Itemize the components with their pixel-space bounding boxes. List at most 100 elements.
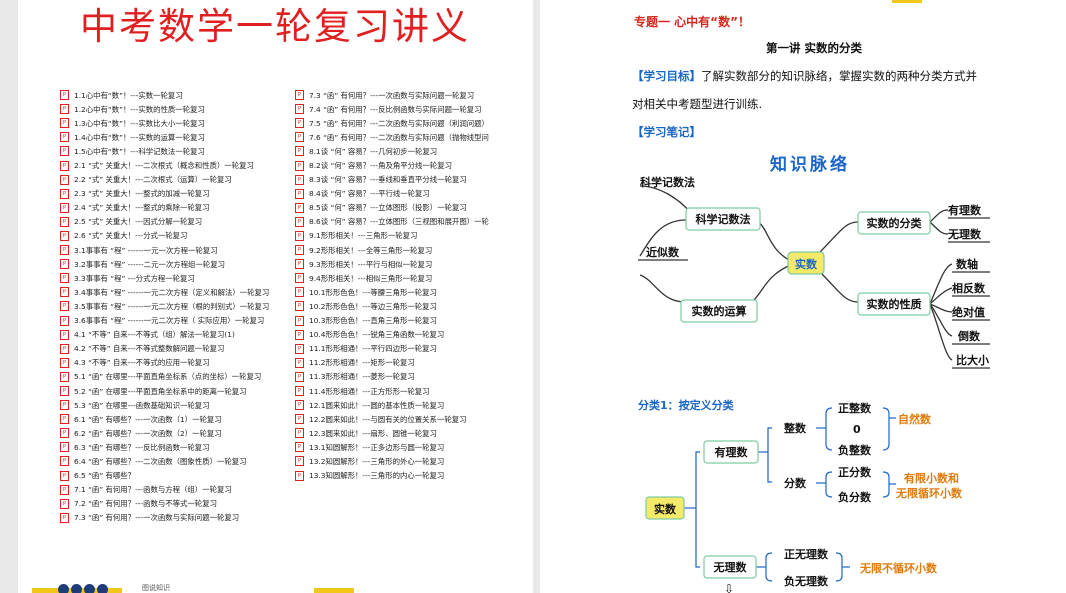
toc-item[interactable]: P 3.1事事有 “程” ------一元一次方程一轮复习 (60, 243, 298, 257)
mindmap-branch-sci: 科学记数法 (696, 212, 751, 226)
toc-item[interactable]: P 7.3 “函” 有何用？---一次函数与实际问题一轮复习 (295, 88, 522, 102)
toc-item-label: 1.2心中有“数”！---实数的性质一轮复习 (74, 104, 205, 114)
footer-logo (58, 584, 108, 593)
toc-item[interactable]: P 9.1形形相关！---三角形一轮复习 (295, 229, 522, 243)
toc-item[interactable]: P 13.3知圆解形！---三角形的内心一轮复习 (295, 469, 522, 483)
frac-child-1: 正分数 (838, 465, 872, 479)
toc-item-label: 13.3知圆解形！---三角形的内心一轮复习 (309, 471, 445, 481)
toc-item[interactable]: P 13.1知圆解形！---正多边形与圆一轮复习 (295, 440, 522, 454)
toc-item-label: 8.3谈 “何” 容易？---垂线和垂直平分线一轮复习 (309, 175, 467, 185)
toc-item[interactable]: P 11.4形形相通！---正方形形一轮复习 (295, 384, 522, 398)
toc-item[interactable]: P 6.2 “函” 有哪些？---一次函数（2）一轮复习 (60, 426, 298, 440)
toc-item[interactable]: P 1.5心中有“数”！---科学记数法一轮复习 (60, 144, 298, 158)
toc-item[interactable]: P 7.6 “函” 有何用？---二次函数与实际问题（抛物线型问 (295, 130, 522, 144)
toc-item-label: 8.5谈 “何” 容易？---立体图形（投影）一轮复习 (309, 203, 467, 213)
toc-item-label: 7.5 “函” 有何用？---二次函数与实际问题（利润问题） (309, 118, 489, 128)
toc-item-label: 6.3 “函” 有哪些？---反比例函数一轮复习 (74, 442, 210, 452)
toc-item[interactable]: P 9.3形形相关！---平行与相似一轮复习 (295, 257, 522, 271)
toc-item-label: 8.1谈 “何” 容易？---几何初步一轮复习 (309, 146, 438, 156)
toc-item-label: 1.5心中有“数”！---科学记数法一轮复习 (74, 146, 205, 156)
toc-item[interactable]: P 1.1心中有“数”！---实数一轮复习 (60, 88, 298, 102)
toc-item[interactable]: P 6.4 “函” 有哪些？---二次函数（图象性质）一轮复习 (60, 454, 298, 468)
toc-item[interactable]: P 3.5事事有 “程” ------一元二次方程（根的判别式）一轮复习 (60, 299, 298, 313)
pdf-file-icon: P (60, 442, 69, 453)
toc-item[interactable]: P 6.3 “函” 有哪些？---反比例函数一轮复习 (60, 440, 298, 454)
footer-text: 图说知识 (142, 584, 170, 592)
toc-item[interactable]: P 8.1谈 “何” 容易？---几何初步一轮复习 (295, 144, 522, 158)
toc-item[interactable]: P 10.4形形色色！---锐角三角函数一轮复习 (295, 328, 522, 342)
toc-item-label: 3.5事事有 “程” ------一元二次方程（根的判别式）一轮复习 (74, 301, 270, 311)
pdf-file-icon: P (60, 230, 69, 241)
toc-item[interactable]: P 8.5谈 “何” 容易？---立体图形（投影）一轮复习 (295, 201, 522, 215)
toc-item[interactable]: P 13.2知圆解形！---三角形的外心一轮复习 (295, 454, 522, 468)
pdf-file-icon: P (295, 343, 304, 354)
toc-item[interactable]: P 2.4 “式” 关重大！---整式的乘除一轮复习 (60, 201, 298, 215)
pdf-file-icon: P (60, 371, 69, 382)
toc-item[interactable]: P 6.1 “函” 有哪些？---一次函数（1）一轮复习 (60, 412, 298, 426)
toc-item[interactable]: P 3.3事事有 “程” ---分式方程一轮复习 (60, 271, 298, 285)
toc-item[interactable]: P 7.3 “函” 有何用？---一次函数与实际问题一轮复习 (60, 511, 298, 525)
toc-item-label: 4.2 “不等” 自来---不等式整数解问题一轮复习 (74, 344, 225, 354)
toc-item[interactable]: P 5.3 “函” 在哪里---函数基础知识一轮复习 (60, 398, 298, 412)
toc-item-label: 8.4谈 “何” 容易？---平行线一轮复习 (309, 189, 430, 199)
toc-item[interactable]: P 6.5 “函” 有哪些？ (60, 469, 298, 483)
toc-item[interactable]: P 10.1形形色色！---等腰三角形一轮复习 (295, 285, 522, 299)
toc-item[interactable]: P 8.2谈 “何” 容易？---角及角平分线一轮复习 (295, 158, 522, 172)
toc-item[interactable]: P 4.1 “不等” 自来---不等式（组）解法一轮复习(1) (60, 328, 298, 342)
toc-item-label: 12.3圆来如此！---扇形、圆锥一轮复习 (309, 428, 437, 438)
toc-item-label: 4.1 “不等” 自来---不等式（组）解法一轮复习(1) (74, 330, 235, 340)
toc-item-label: 4.3 “不等” 自来---不等式的应用一轮复习 (74, 358, 210, 368)
mindmap-branch-ops: 实数的运算 (692, 304, 747, 318)
toc-item-label: 6.5 “函” 有哪些？ (74, 471, 136, 481)
toc-item[interactable]: P 1.3心中有“数”！---实数比大小一轮复习 (60, 116, 298, 130)
toc-item[interactable]: P 2.6 “式” 关重大！---分式一轮复习 (60, 229, 298, 243)
toc-item-label: 11.1形形相通！---平行四边形一轮复习 (309, 344, 437, 354)
toc-item[interactable]: P 3.6事事有 “程” ------一元二次方程（ 实际应用）一轮复习 (60, 314, 298, 328)
toc-item[interactable]: P 1.4心中有“数”！---实数的运算一轮复习 (60, 130, 298, 144)
toc-item[interactable]: P 8.4谈 “何” 容易？---平行线一轮复习 (295, 187, 522, 201)
toc-item[interactable]: P 11.1形形相通！---平行四边形一轮复习 (295, 342, 522, 356)
mindmap-prop-1: 数轴 (956, 257, 978, 271)
toc-item[interactable]: P 11.2形形相通！---矩形一轮复习 (295, 356, 522, 370)
pdf-file-icon: P (60, 301, 69, 312)
toc-item-label: 2.4 “式” 关重大！---整式的乘除一轮复习 (74, 203, 210, 213)
toc-item-label: 12.1圆来如此！---圆的基本性质一轮复习 (309, 400, 445, 410)
left-document-page: 中考数学一轮复习讲义 P 1.1心中有“数”！---实数一轮复习 P 1.2心中有“数… (18, 0, 533, 593)
pdf-file-icon: P (295, 118, 304, 129)
toc-item[interactable]: P 7.2 “函” 有何用？---函数与不等式一轮复习 (60, 497, 298, 511)
toc-item[interactable]: P 9.4形形相关！---相似三角形一轮复习 (295, 271, 522, 285)
toc-item[interactable]: P 8.3谈 “何” 容易？---垂线和垂直平分线一轮复习 (295, 173, 522, 187)
toc-item[interactable]: P 4.3 “不等” 自来---不等式的应用一轮复习 (60, 356, 298, 370)
toc-item-label: 2.6 “式” 关重大！---分式一轮复习 (74, 231, 188, 241)
toc-item[interactable]: P 7.4 “函” 有何用？---反比例函数与实际问题一轮复习 (295, 102, 522, 116)
toc-item[interactable]: P 5.2 “函” 在哪里---平面直角坐标系中的距离一轮复习 (60, 384, 298, 398)
toc-item[interactable]: P 3.2事事有 “程” ------二元一次方程组一轮复习 (60, 257, 298, 271)
toc-item[interactable]: P 2.1 “式” 关重大！---二次根式（概念和性质）一轮复习 (60, 158, 298, 172)
pdf-file-icon: P (295, 202, 304, 213)
classification-rational: 有理数 (715, 445, 749, 459)
toc-item[interactable]: P 2.3 “式” 关重大！---整式的加减一轮复习 (60, 187, 298, 201)
toc-item[interactable]: P 8.6谈 “何” 容易？---立体图形（三视图和展开图）一轮 (295, 215, 522, 229)
toc-item-label: 2.5 “式” 关重大！---因式分解一轮复习 (74, 217, 203, 227)
toc-item[interactable]: P 12.1圆来如此！---圆的基本性质一轮复习 (295, 398, 522, 412)
toc-item[interactable]: P 12.2圆来如此！---与圆有关的位置关系一轮复习 (295, 412, 522, 426)
toc-item[interactable]: P 2.2 “式” 关重大！---二次根式（运算）一轮复习 (60, 173, 298, 187)
toc-item[interactable]: P 5.1 “函” 在哪里---平面直角坐标系（点的坐标）一轮复习 (60, 370, 298, 384)
toc-item[interactable]: P 7.1 “函” 有何用？---函数与方程（组）一轮复习 (60, 483, 298, 497)
mindmap-prop-5: 比大小 (956, 353, 989, 367)
toc-item[interactable]: P 1.2心中有“数”！---实数的性质一轮复习 (60, 102, 298, 116)
toc-item[interactable]: P 10.2形形色色！---等边三角形一轮复习 (295, 299, 522, 313)
toc-item-label: 2.2 “式” 关重大！---二次根式（运算）一轮复习 (74, 175, 232, 185)
pdf-file-icon: P (295, 188, 304, 199)
toc-item[interactable]: P 11.3形形相通！---菱形一轮复习 (295, 370, 522, 384)
toc-item[interactable]: P 10.3形形色色！---直角三角形一轮复习 (295, 314, 522, 328)
pdf-file-icon: P (60, 357, 69, 368)
toc-item[interactable]: P 2.5 “式” 关重大！---因式分解一轮复习 (60, 215, 298, 229)
mindmap-prop-3: 绝对值 (952, 305, 985, 319)
toc-item[interactable]: P 9.2形形相关！---全等三角形一轮复习 (295, 243, 522, 257)
toc-item[interactable]: P 12.3圆来如此！---扇形、圆锥一轮复习 (295, 426, 522, 440)
toc-item[interactable]: P 4.2 “不等” 自来---不等式整数解问题一轮复习 (60, 342, 298, 356)
right-document-page: 专题一 心中有“数”！ 第一讲 实数的分类 【学习目标】了解实数部分的知识脉络，… (540, 0, 1066, 593)
toc-item[interactable]: P 7.5 “函” 有何用？---二次函数与实际问题（利润问题） (295, 116, 522, 130)
toc-item[interactable]: P 3.4事事有 “程” ------一元二次方程（定义和解法）一轮复习 (60, 285, 298, 299)
